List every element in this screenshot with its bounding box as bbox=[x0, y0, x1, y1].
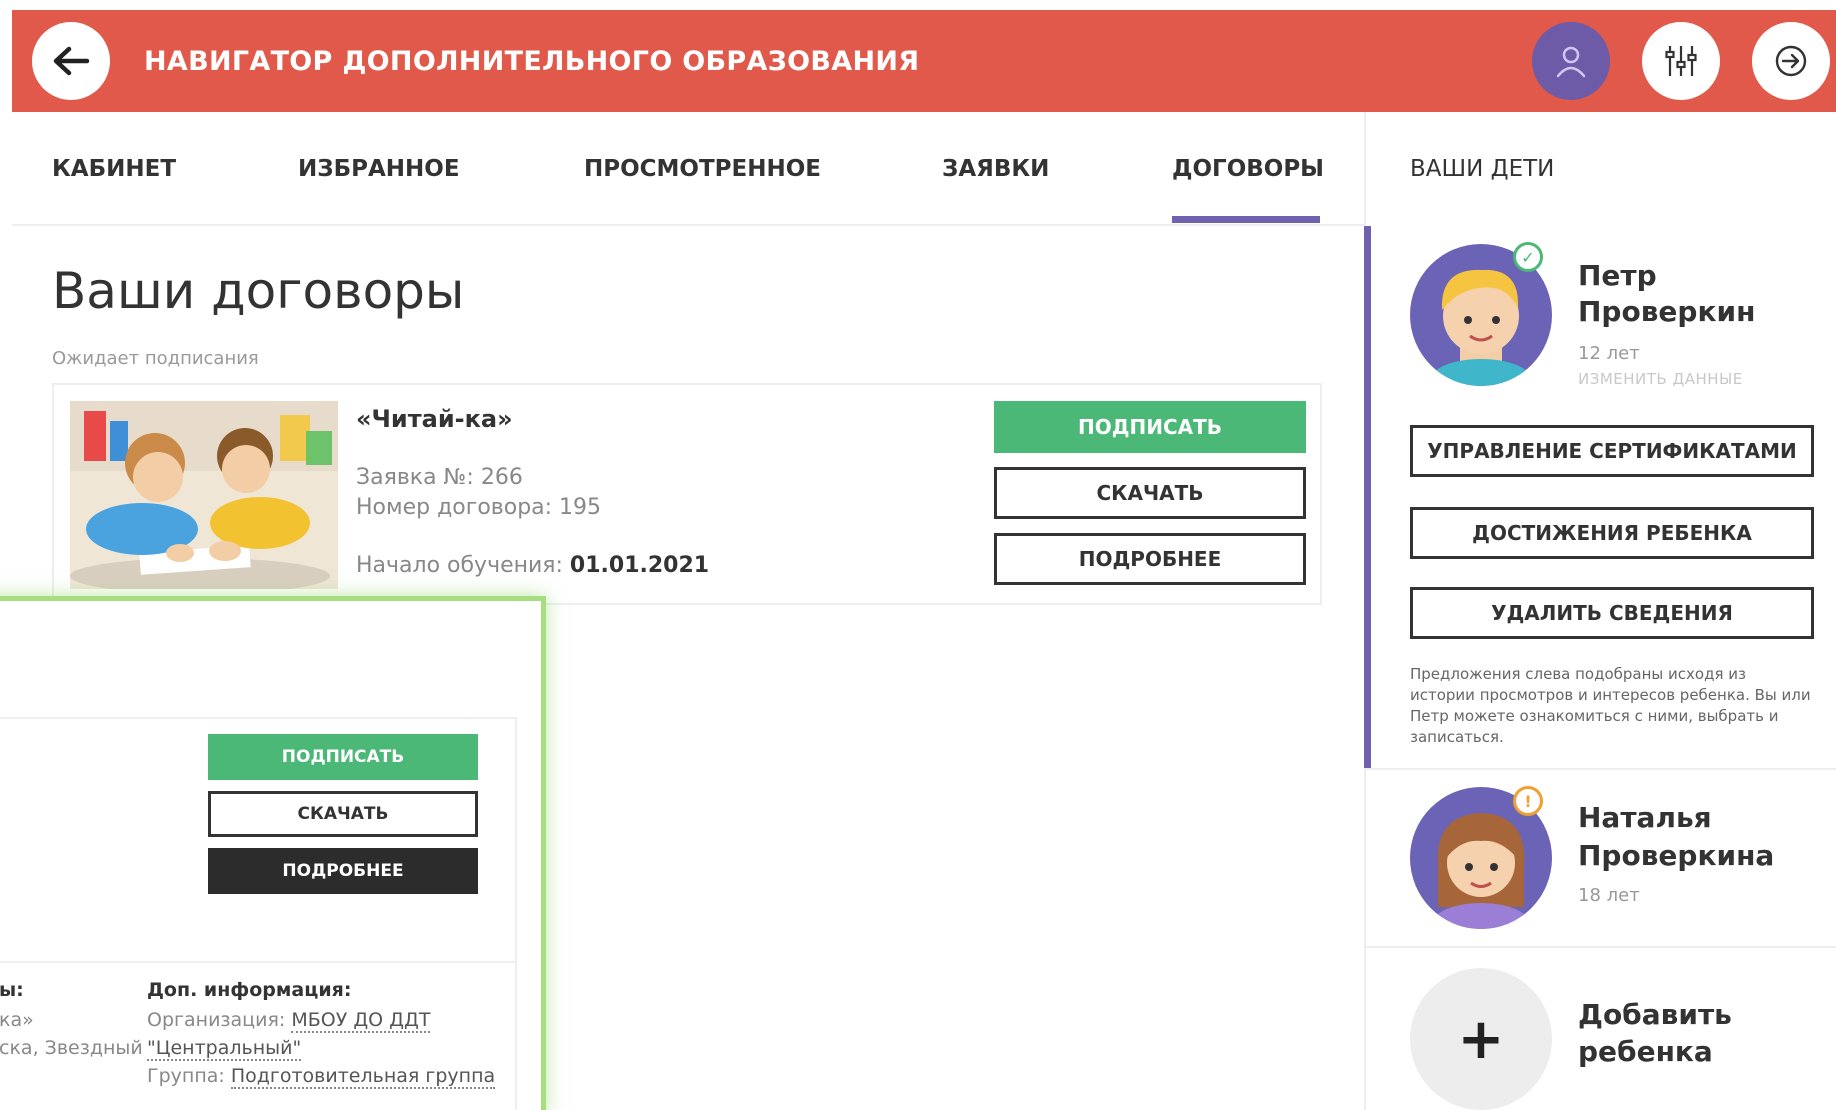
add-child-label-cont[interactable]: ребенка bbox=[1578, 1034, 1713, 1070]
tab-cabinet[interactable]: КАБИНЕТ bbox=[52, 156, 176, 182]
organization-value: МБОУ ДО ДДТ bbox=[291, 1009, 431, 1033]
zoomed-contract-card: ПОДПИСАТЬ СКАЧАТЬ ПОДРОБНЕЕ ы: ка» ска, … bbox=[0, 717, 517, 1110]
plus-icon: + bbox=[1457, 1006, 1505, 1072]
overlay-separator bbox=[0, 961, 517, 963]
group-label: Группа: bbox=[147, 1065, 231, 1087]
active-tab-indicator bbox=[1172, 216, 1320, 223]
tab-viewed[interactable]: ПРОСМОТРЕННОЕ bbox=[584, 156, 821, 182]
overlay-left-line: ска, Звездный bbox=[0, 1037, 143, 1059]
sign-button[interactable]: ПОДПИСАТЬ bbox=[994, 401, 1306, 453]
download-button[interactable]: СКАЧАТЬ bbox=[994, 467, 1306, 519]
extra-info-heading: Доп. информация: bbox=[147, 979, 352, 1001]
page-title: Ваши договоры bbox=[52, 262, 465, 320]
child-first-name: Наталья bbox=[1578, 801, 1712, 834]
add-child-label[interactable]: Добавить bbox=[1578, 997, 1732, 1033]
sidebar-separator bbox=[1366, 768, 1836, 770]
app-title: НАВИГАТОР ДОПОЛНИТЕЛЬНОГО ОБРАЗОВАНИЯ bbox=[144, 46, 920, 77]
back-arrow-icon bbox=[53, 46, 90, 76]
logout-icon bbox=[1775, 45, 1807, 77]
organization-value-cont: "Центральный" bbox=[147, 1037, 302, 1061]
child-achievements-button[interactable]: ДОСТИЖЕНИЯ РЕБЕНКА bbox=[1410, 507, 1814, 559]
overlay-details-button[interactable]: ПОДРОБНЕЕ bbox=[208, 848, 478, 894]
tab-requests[interactable]: ЗАЯВКИ bbox=[942, 156, 1049, 182]
contract-card: «Читай-ка» Заявка №: 266 Номер договора:… bbox=[52, 383, 1322, 605]
child-last-name: Проверкин bbox=[1578, 295, 1756, 328]
recommendations-note: Предложения слева подобраны исходя из ис… bbox=[1410, 665, 1811, 746]
details-button[interactable]: ПОДРОБНЕЕ bbox=[994, 533, 1306, 585]
start-date-label: Начало обучения: bbox=[356, 553, 570, 578]
filters-button[interactable] bbox=[1642, 22, 1720, 100]
overlay-left-line: ка» bbox=[0, 1009, 34, 1031]
overlay-left-heading: ы: bbox=[0, 979, 24, 1001]
group-row: Группа: Подготовительная группа bbox=[147, 1065, 496, 1089]
child-age: 12 лет bbox=[1578, 343, 1640, 364]
selected-child-accent bbox=[1364, 226, 1371, 768]
contract-number: Номер договора: 195 bbox=[356, 495, 602, 520]
organization-row-cont: "Центральный" bbox=[147, 1037, 302, 1061]
start-date-row: Начало обучения: 01.01.2021 bbox=[356, 553, 709, 578]
organization-row: Организация: МБОУ ДО ДДТ bbox=[147, 1009, 431, 1033]
sliders-icon bbox=[1665, 46, 1697, 76]
user-icon bbox=[1556, 46, 1586, 78]
request-number: Заявка №: 266 bbox=[356, 465, 523, 490]
group-value: Подготовительная группа bbox=[230, 1065, 496, 1089]
child-last-name: Проверкина bbox=[1578, 839, 1775, 872]
child-age: 18 лет bbox=[1578, 885, 1640, 906]
back-button[interactable] bbox=[32, 22, 110, 100]
warning-badge-icon: ! bbox=[1513, 786, 1543, 816]
status-label: Ожидает подписания bbox=[52, 348, 259, 369]
top-bar: НАВИГАТОР ДОПОЛНИТЕЛЬНОГО ОБРАЗОВАНИЯ bbox=[12, 10, 1836, 112]
child-first-name: Петр bbox=[1578, 259, 1657, 292]
sidebar-separator bbox=[1366, 946, 1836, 948]
tab-contracts[interactable]: ДОГОВОРЫ bbox=[1172, 156, 1324, 182]
zoom-overlay-panel: ПОДПИСАТЬ СКАЧАТЬ ПОДРОБНЕЕ ы: ка» ска, … bbox=[0, 596, 546, 1110]
profile-button[interactable] bbox=[1532, 22, 1610, 100]
overlay-download-button[interactable]: СКАЧАТЬ bbox=[208, 791, 478, 837]
organization-label: Организация: bbox=[147, 1009, 292, 1031]
verified-badge-icon: ✓ bbox=[1513, 242, 1543, 272]
manage-certificates-button[interactable]: УПРАВЛЕНИЕ СЕРТИФИКАТАМИ bbox=[1410, 425, 1814, 477]
add-child-button[interactable]: + bbox=[1410, 968, 1552, 1110]
logout-button[interactable] bbox=[1752, 22, 1830, 100]
overlay-sign-button[interactable]: ПОДПИСАТЬ bbox=[208, 734, 478, 780]
start-date-value: 01.01.2021 bbox=[569, 553, 710, 578]
program-image bbox=[70, 401, 338, 589]
sidebar-title: ВАШИ ДЕТИ bbox=[1410, 156, 1555, 182]
tabs-bar: КАБИНЕТ ИЗБРАННОЕ ПРОСМОТРЕННОЕ ЗАЯВКИ Д… bbox=[12, 112, 1364, 226]
tab-favorites[interactable]: ИЗБРАННОЕ bbox=[298, 156, 460, 182]
program-name: «Читай-ка» bbox=[356, 405, 513, 433]
delete-info-button[interactable]: УДАЛИТЬ СВЕДЕНИЯ bbox=[1410, 587, 1814, 639]
edit-data-link[interactable]: ИЗМЕНИТЬ ДАННЫЕ bbox=[1578, 370, 1743, 388]
